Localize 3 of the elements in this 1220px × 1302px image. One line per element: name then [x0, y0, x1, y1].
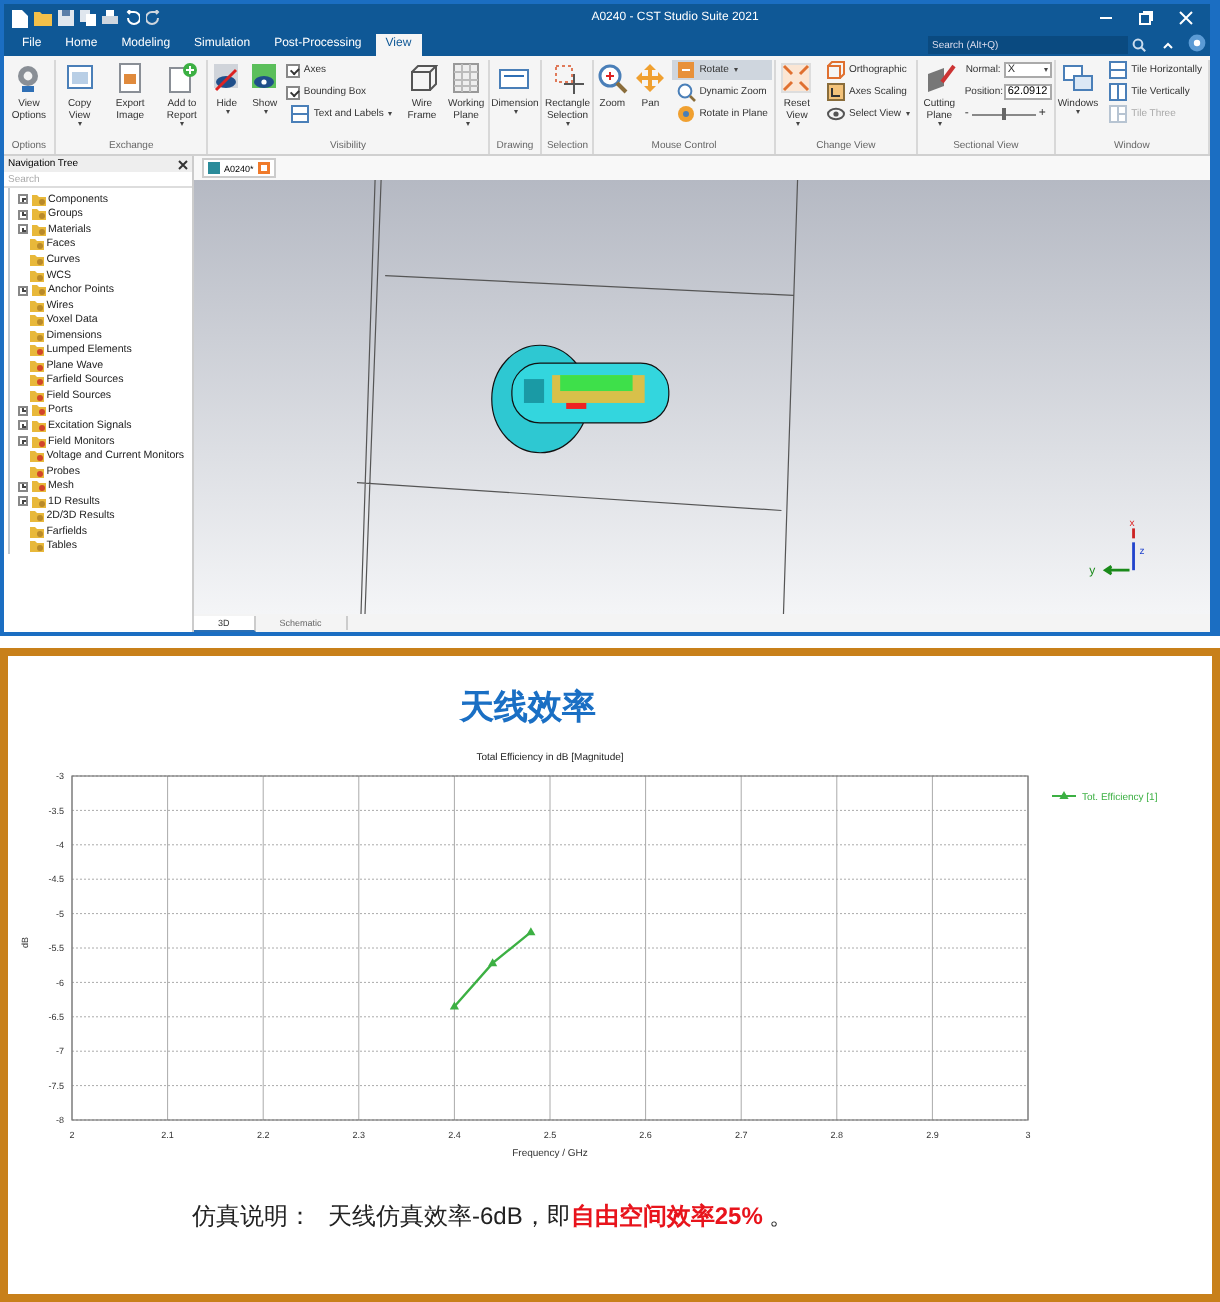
note-label: 仿真说明： — [192, 1200, 312, 1234]
report-title: 天线效率 — [457, 686, 598, 730]
note-text: 天线仿真效率-6dB，即自由空间效率25% 。 — [328, 1200, 794, 1234]
